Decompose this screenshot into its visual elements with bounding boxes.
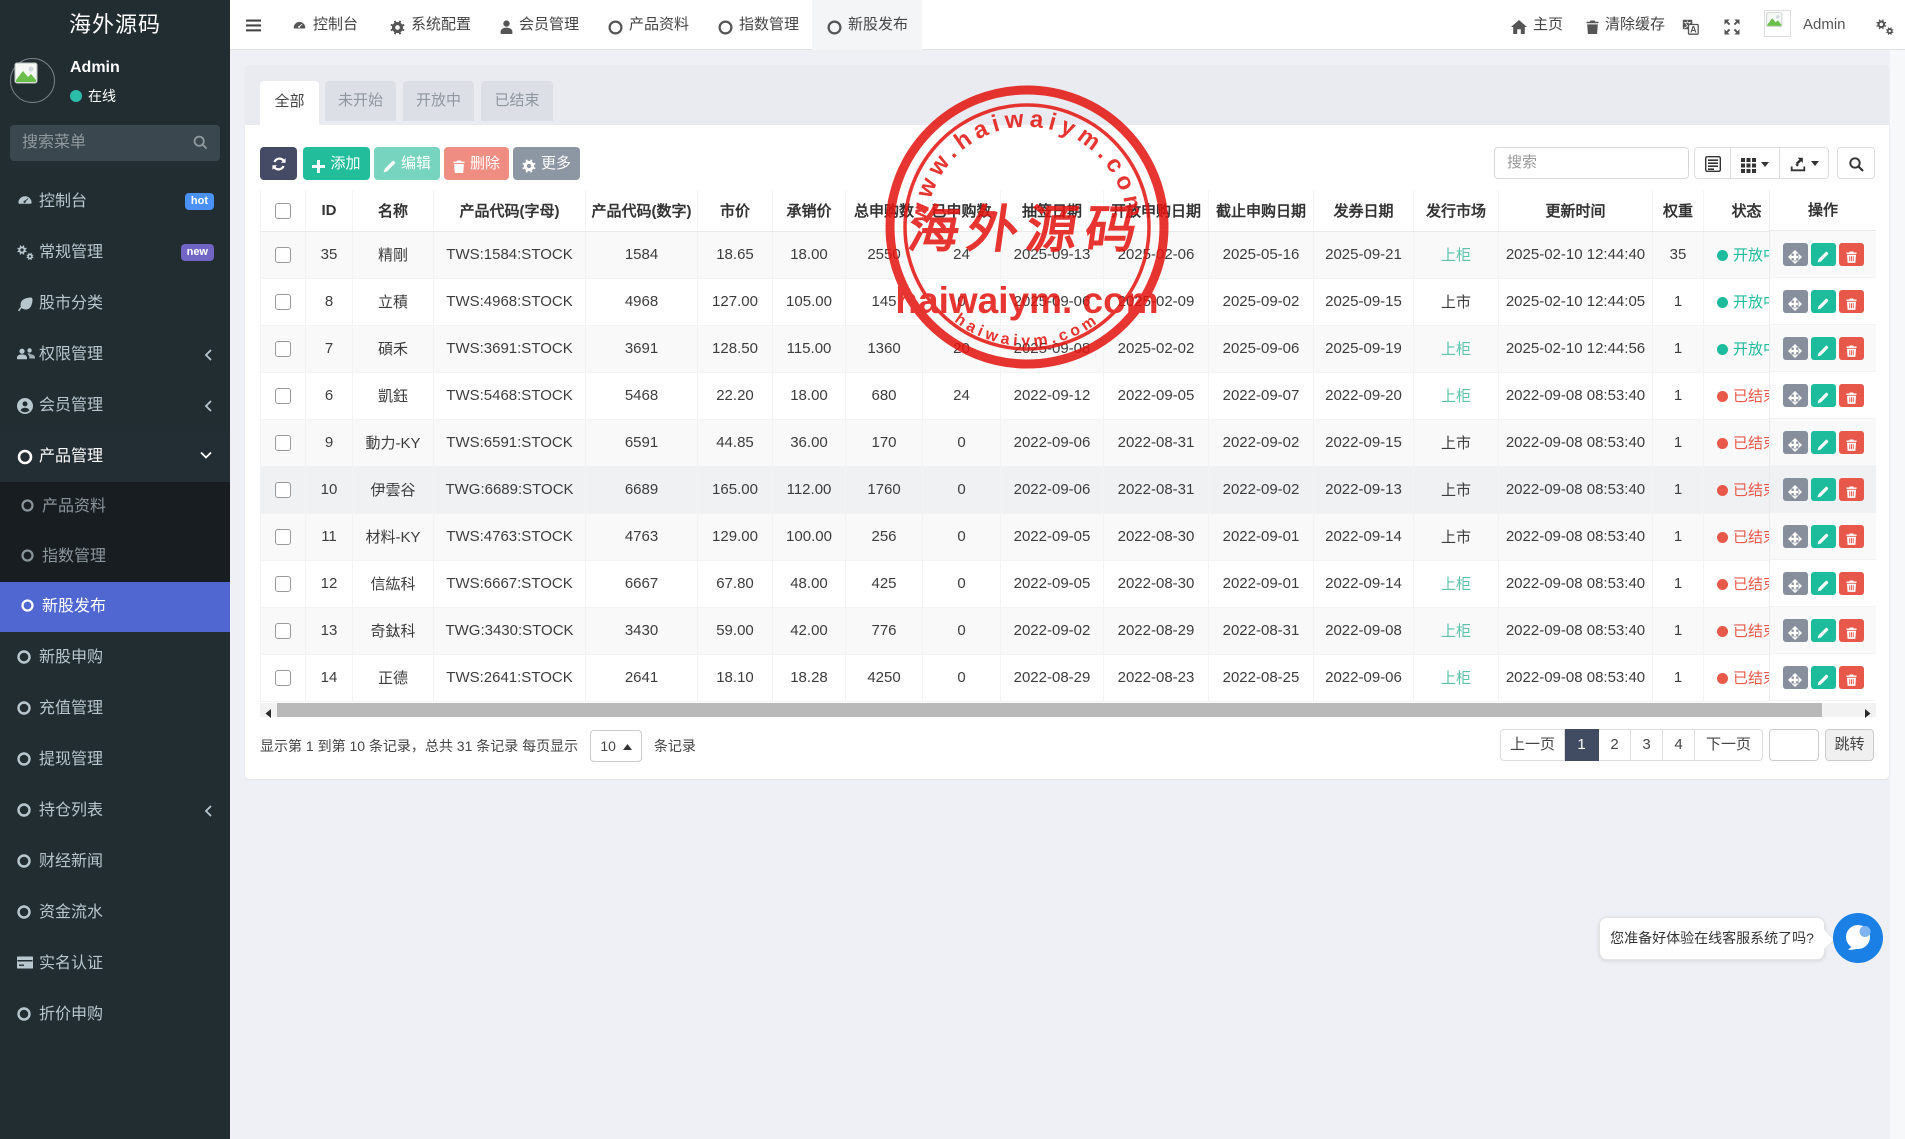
svg-text:haiwaiym. com: haiwaiym. com <box>895 280 1158 321</box>
svg-text:海外源码: 海外源码 <box>904 202 1148 259</box>
svg-text:A: A <box>1690 24 1697 34</box>
